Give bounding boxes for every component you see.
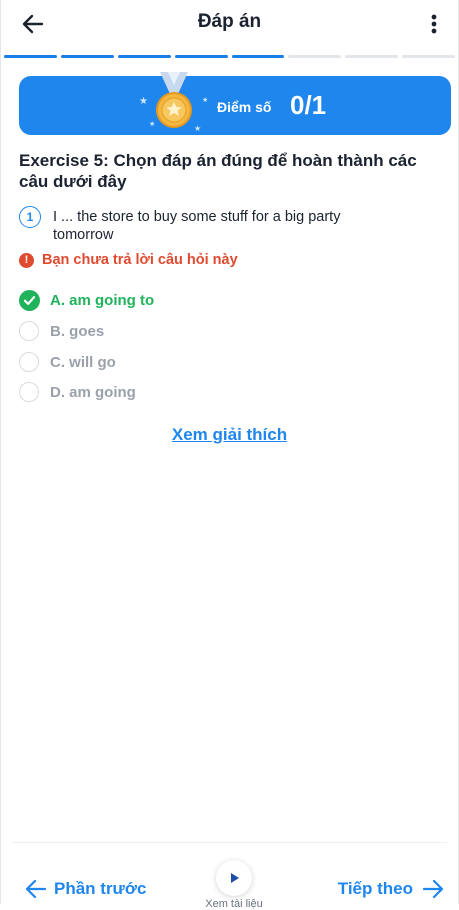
radio-icon — [19, 321, 39, 341]
option-label: D. am going — [50, 383, 136, 401]
progress-segment — [60, 55, 114, 58]
option-label: B. goes — [50, 322, 105, 340]
warning-text: Bạn chưa trả lời câu hỏi này — [42, 252, 238, 268]
exercise-title: Exercise 5: Chọn đáp án đúng để hoàn thà… — [19, 151, 417, 191]
option-b[interactable]: B. goes — [19, 320, 104, 342]
alert-icon: ! — [19, 252, 34, 268]
play-label: Xem tài liệu — [205, 898, 263, 910]
progress-bar — [4, 55, 455, 58]
play-button[interactable] — [216, 860, 252, 896]
view-explanation-link[interactable]: Xem giải thích — [0, 425, 459, 445]
play-icon — [231, 873, 239, 883]
progress-segment — [402, 55, 455, 58]
option-a[interactable]: A. am going to — [19, 289, 154, 311]
question-text: I ... the store to buy some stuff for a … — [53, 208, 413, 244]
star-icon: ★ — [202, 97, 209, 104]
progress-segment — [117, 55, 171, 58]
question-line-2: tomorrow — [53, 227, 114, 243]
previous-label: Phần trước — [54, 879, 147, 898]
radio-icon — [19, 352, 39, 372]
frame-edge-left — [0, 0, 1, 904]
next-label: Tiếp theo — [337, 879, 413, 898]
more-options-button[interactable] — [424, 12, 444, 36]
previous-button[interactable]: Phần trước — [24, 876, 146, 902]
score-value: 0/1 — [290, 90, 327, 120]
question-line-1: I ... the store to buy some stuff for a … — [53, 209, 341, 225]
question-number-badge: 1 — [19, 206, 41, 228]
medal-icon — [156, 72, 192, 128]
option-d[interactable]: D. am going — [19, 381, 136, 403]
unanswered-warning: ! Bạn chưa trả lời câu hỏi này — [19, 251, 238, 269]
option-label: A. am going to — [50, 291, 155, 309]
check-icon — [19, 289, 40, 311]
radio-icon — [19, 382, 39, 402]
header: Đáp án — [0, 0, 459, 48]
option-c[interactable]: C. will go — [19, 351, 116, 373]
star-icon: ★ — [139, 96, 148, 107]
footer-divider — [12, 842, 447, 843]
progress-segment — [174, 55, 228, 58]
progress-segment — [4, 55, 57, 58]
progress-segment — [345, 55, 399, 58]
next-button[interactable]: Tiếp theo — [338, 876, 445, 902]
page-title: Đáp án — [197, 11, 262, 32]
score-banner: ★ ★ ★ ★ Điểm số 0/1 — [19, 72, 451, 135]
score-label: Điểm số — [217, 99, 272, 115]
progress-segment — [231, 55, 285, 58]
option-label: C. will go — [50, 353, 116, 371]
progress-segment — [288, 55, 342, 58]
arrow-right-icon — [422, 879, 444, 899]
more-vertical-icon — [431, 14, 437, 34]
arrow-left-icon — [25, 879, 47, 899]
